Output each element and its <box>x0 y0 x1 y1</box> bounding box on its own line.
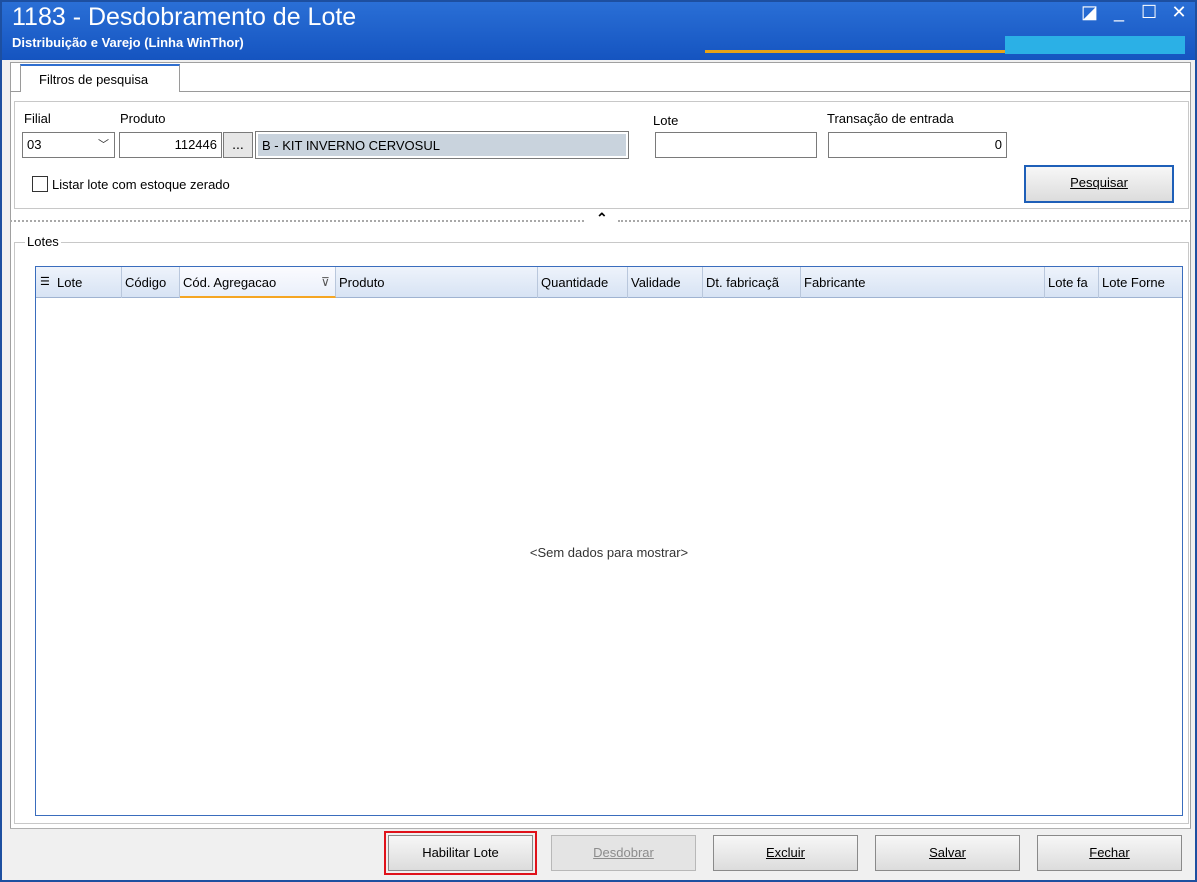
column-header-dt-fabricacao[interactable]: Dt. fabricaçã <box>703 267 801 298</box>
produto-description-field: B - KIT INVERNO CERVOSUL <box>256 132 628 158</box>
excluir-button[interactable]: Excluir <box>713 835 858 871</box>
column-header-lote-fabricante[interactable]: Lote fa <box>1045 267 1099 298</box>
estoque-zerado-checkbox[interactable] <box>32 176 48 192</box>
chevron-down-icon: ﹀ <box>98 139 109 151</box>
lotes-group-label: Lotes <box>25 234 61 249</box>
fechar-button[interactable]: Fechar <box>1037 835 1182 871</box>
filial-select[interactable]: 03 ﹀ <box>22 132 115 158</box>
lote-input[interactable] <box>655 132 817 158</box>
grid-header: ☰ Lote Código Cód. Agregacao ⊽ Produto Q… <box>36 267 1182 298</box>
close-icon[interactable]: ✕ <box>1171 2 1187 22</box>
filial-label: Filial <box>24 111 51 126</box>
salvar-button[interactable]: Salvar <box>875 835 1020 871</box>
window-controls: ◪ _ ☐ ✕ <box>1081 2 1187 22</box>
chevron-up-icon[interactable]: ⌃ <box>596 210 608 227</box>
restore-icon[interactable]: ◪ <box>1081 2 1098 22</box>
column-header-produto[interactable]: Produto <box>336 267 538 298</box>
column-header-validade[interactable]: Validade <box>628 267 703 298</box>
excluir-label: Excluir <box>765 845 805 860</box>
splitter-dots-left <box>10 220 584 222</box>
maximize-icon[interactable]: ☐ <box>1141 2 1157 22</box>
produto-label: Produto <box>120 111 166 126</box>
column-header-lote-fornecedor[interactable]: Lote Forne <box>1099 267 1182 298</box>
filial-value: 03 <box>27 137 42 152</box>
column-header-fabricante[interactable]: Fabricante <box>801 267 1045 298</box>
pesquisar-label: Pesquisar <box>1070 175 1128 190</box>
lotes-grid[interactable]: ☰ Lote Código Cód. Agregacao ⊽ Produto Q… <box>35 266 1183 816</box>
pesquisar-button[interactable]: Pesquisar <box>1024 165 1174 203</box>
salvar-label: Salvar <box>929 845 966 860</box>
title-bar[interactable]: 1183 - Desdobramento de Lote Distribuiçã… <box>2 2 1195 60</box>
lote-label: Lote <box>653 113 679 128</box>
desdobrar-button[interactable]: Desdobrar <box>551 835 696 871</box>
desdobrar-label: Desdobrar <box>593 845 654 860</box>
estoque-zerado-label: Listar lote com estoque zerado <box>52 177 230 192</box>
transacao-label: Transação de entrada <box>827 111 954 126</box>
window-subtitle: Distribuição e Varejo (Linha WinThor) <box>12 35 244 50</box>
column-header-quantidade[interactable]: Quantidade <box>538 267 628 298</box>
produto-code-input[interactable]: 112446 <box>119 132 222 158</box>
minimize-icon[interactable]: _ <box>1111 2 1127 22</box>
panel-splitter[interactable]: ⌃ <box>10 210 1191 227</box>
tab-underline <box>10 91 1191 92</box>
window-title: 1183 - Desdobramento de Lote <box>12 3 357 31</box>
grid-empty-message: <Sem dados para mostrar> <box>529 545 689 560</box>
column-header-codigo[interactable]: Código <box>122 267 180 298</box>
produto-browse-button[interactable]: ... <box>223 132 253 158</box>
app-window: 1183 - Desdobramento de Lote Distribuiçã… <box>0 0 1197 882</box>
habilitar-lote-button[interactable]: Habilitar Lote <box>384 831 537 875</box>
filter-icon[interactable]: ⊽ <box>321 267 330 298</box>
column-chooser-icon[interactable]: ☰ <box>40 267 50 298</box>
splitter-dots-right <box>618 220 1191 222</box>
fechar-label: Fechar <box>1089 845 1130 860</box>
title-accent-box <box>1005 36 1185 54</box>
tab-filtros-de-pesquisa[interactable]: Filtros de pesquisa <box>20 64 180 92</box>
title-accent-line <box>705 50 1005 53</box>
transacao-input[interactable]: 0 <box>828 132 1007 158</box>
column-header-lote[interactable]: Lote <box>54 267 122 298</box>
column-header-cod-agregacao[interactable]: Cód. Agregacao <box>180 267 336 298</box>
